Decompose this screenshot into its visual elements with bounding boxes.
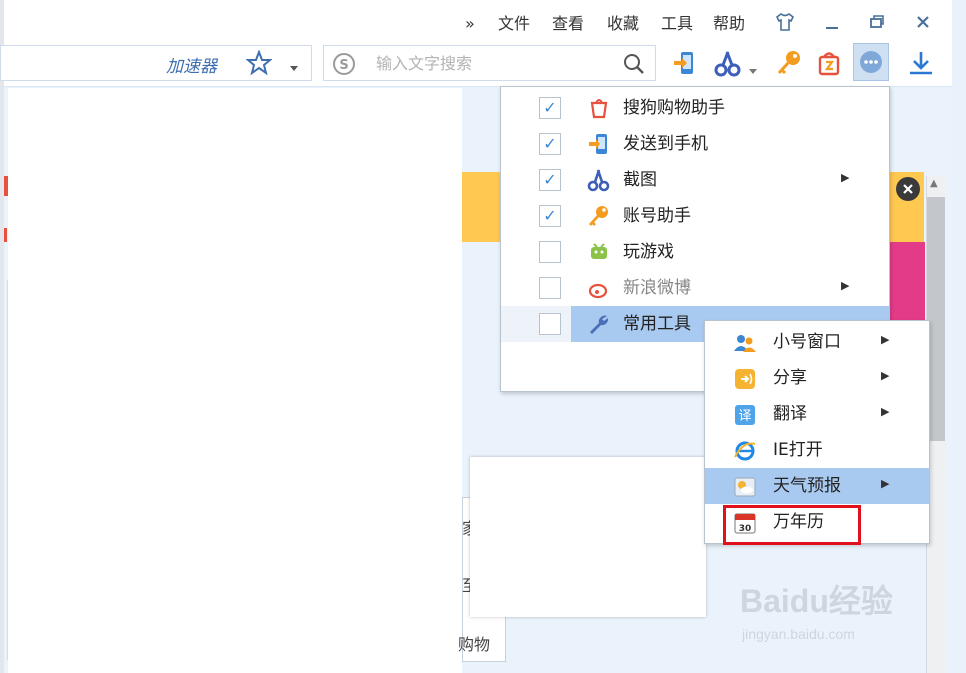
star-icon[interactable]	[245, 49, 273, 76]
submenu-item-small-window[interactable]: 小号窗口 ▶	[705, 324, 929, 360]
key-icon[interactable]	[773, 46, 805, 80]
restore-icon[interactable]	[868, 12, 888, 34]
menu-item-weibo[interactable]: 新浪微博 ▶	[501, 270, 889, 306]
send-to-phone-icon[interactable]	[669, 46, 701, 80]
menu-item-label: 账号助手	[623, 206, 691, 226]
game-bag-icon[interactable]	[813, 46, 845, 80]
submenu-arrow-icon: ▶	[881, 477, 890, 490]
watermark-url: jingyan.baidu.com	[742, 626, 855, 642]
left-edge-marker	[4, 228, 7, 242]
search-icon[interactable]	[622, 52, 646, 76]
menu-item-screenshot[interactable]: ✓ 截图 ▶	[501, 162, 889, 198]
highlight-annotation-box	[723, 505, 861, 545]
menu-tools[interactable]: 工具	[661, 13, 693, 35]
ie-icon	[733, 439, 757, 463]
close-ad-icon[interactable]	[896, 177, 920, 201]
menu-file[interactable]: 文件	[498, 13, 530, 35]
chevron-down-icon[interactable]	[288, 58, 300, 71]
submenu-item-weather[interactable]: 天气预报 ▶	[705, 468, 929, 504]
submenu-item-open-in-ie[interactable]: IE打开	[705, 432, 929, 468]
checkbox-checked[interactable]: ✓	[539, 205, 561, 227]
content-column	[8, 88, 462, 673]
submenu-item-label: 天气预报	[773, 476, 841, 496]
accelerator-button[interactable]: 加速器	[166, 52, 217, 77]
menu-item-label: 发送到手机	[623, 134, 708, 154]
submenu-arrow-icon: ▶	[881, 405, 890, 418]
submenu-arrow-icon: ▶	[841, 171, 850, 184]
submenu-item-label: 翻译	[773, 404, 807, 424]
submenu-arrow-icon: ▶	[881, 333, 890, 346]
game-controller-icon	[587, 240, 611, 264]
svg-text:S: S	[339, 58, 348, 73]
checkbox-checked[interactable]: ✓	[539, 97, 561, 119]
submenu-arrow-icon: ▶	[881, 369, 890, 382]
title-bar	[4, 0, 952, 40]
share-icon	[733, 367, 757, 391]
menu-item-label: 玩游戏	[623, 242, 674, 262]
checkbox-unchecked[interactable]	[539, 313, 561, 335]
shirt-icon[interactable]	[774, 12, 798, 34]
menu-item-play-games[interactable]: 玩游戏	[501, 234, 889, 270]
submenu-item-label: IE打开	[773, 440, 823, 460]
submenu-item-label: 分享	[773, 368, 807, 388]
search-input[interactable]	[374, 52, 614, 74]
menu-view[interactable]: 查看	[552, 13, 584, 35]
scissors-icon[interactable]	[712, 46, 744, 80]
checkbox-unchecked[interactable]	[539, 241, 561, 263]
menu-favorites[interactable]: 收藏	[607, 13, 639, 35]
text-fragment: 购物	[458, 635, 491, 654]
send-to-phone-icon	[587, 132, 611, 156]
search-box: S	[323, 45, 656, 81]
svg-text:译: 译	[738, 409, 751, 424]
menu-overflow-button[interactable]: »	[465, 13, 475, 35]
chevron-down-icon[interactable]	[748, 60, 758, 74]
translate-icon: 译	[733, 403, 757, 427]
menu-item-label: 新浪微博	[623, 278, 691, 298]
minimize-icon[interactable]	[823, 12, 843, 34]
scissors-icon	[587, 168, 611, 192]
submenu-item-share[interactable]: 分享 ▶	[705, 360, 929, 396]
menu-help[interactable]: 帮助	[713, 13, 745, 35]
weather-icon	[733, 475, 757, 499]
close-icon[interactable]	[914, 12, 934, 34]
wrench-icon	[587, 312, 611, 336]
submenu-arrow-icon: ▶	[841, 279, 850, 292]
checkbox-checked[interactable]: ✓	[539, 169, 561, 191]
menu-item-send-to-phone[interactable]: ✓ 发送到手机	[501, 126, 889, 162]
menu-item-label: 常用工具	[623, 314, 691, 334]
menu-item-account-assistant[interactable]: ✓ 账号助手	[501, 198, 889, 234]
checkbox-checked[interactable]: ✓	[539, 133, 561, 155]
users-icon	[733, 331, 757, 355]
menu-item-label: 搜狗购物助手	[623, 98, 725, 118]
weibo-icon	[587, 276, 611, 300]
checkbox-unchecked[interactable]	[539, 277, 561, 299]
watermark-brand: Baidu经验	[740, 583, 893, 619]
shopping-icon	[587, 96, 611, 120]
submenu-item-label: 小号窗口	[773, 332, 841, 352]
left-edge-marker	[4, 176, 8, 196]
key-icon	[587, 204, 611, 228]
blank-popup	[470, 457, 706, 617]
menu-item-shopping-assistant[interactable]: ✓ 搜狗购物助手	[501, 90, 889, 126]
scroll-up-icon[interactable]: ▲	[930, 178, 938, 189]
more-icon	[860, 51, 882, 73]
download-icon[interactable]	[905, 46, 937, 80]
left-edge-strip	[4, 280, 8, 660]
submenu-item-translate[interactable]: 译 翻译 ▶	[705, 396, 929, 432]
ad-image[interactable]	[885, 242, 925, 320]
menu-item-label: 截图	[623, 170, 657, 190]
sogou-logo-icon: S	[332, 52, 356, 76]
more-tools-button[interactable]	[853, 43, 889, 81]
